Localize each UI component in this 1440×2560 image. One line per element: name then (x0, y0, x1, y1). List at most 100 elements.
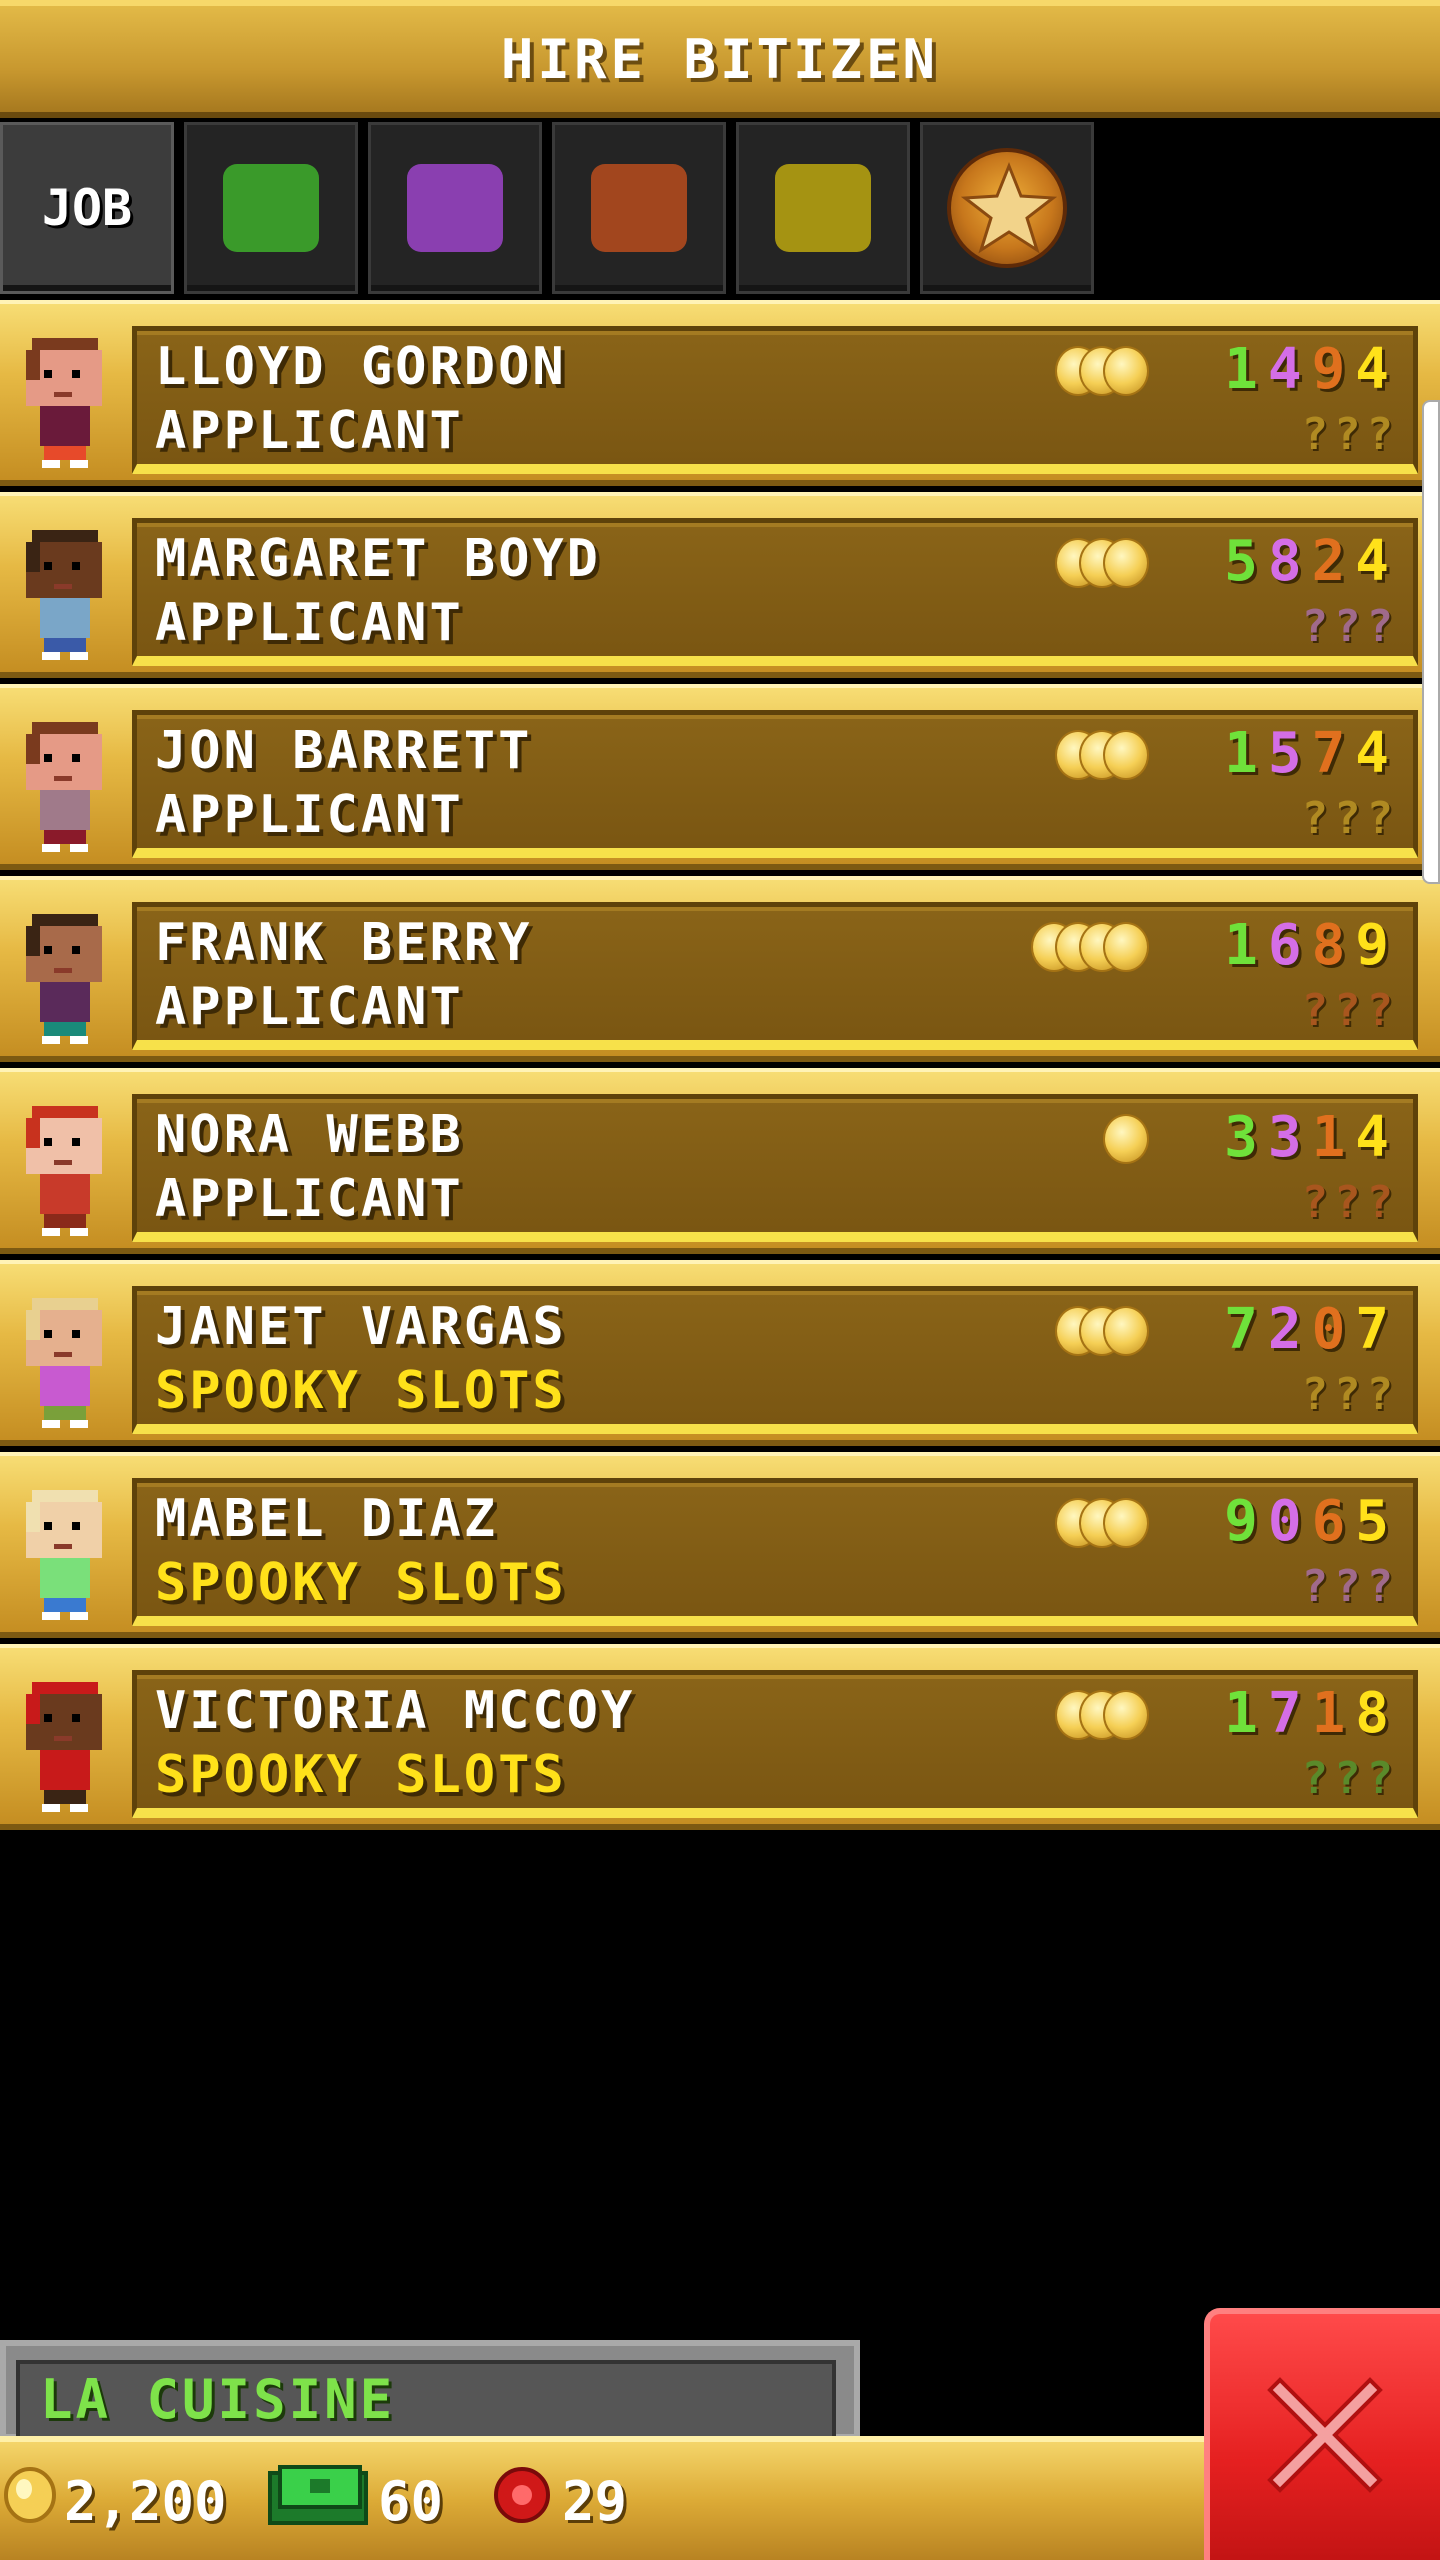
skill-stats: 5824 (1224, 529, 1399, 594)
skill-value: 8 (1355, 1681, 1399, 1746)
bitizen-row[interactable]: FRANK BERRY APPLICANT 1689??? (0, 876, 1440, 1062)
dream-job-unknown: ??? (1301, 1177, 1399, 1228)
bitizen-avatar (14, 1676, 114, 1816)
skill-stats: 3314 (1224, 1105, 1399, 1170)
tab-food[interactable] (184, 122, 358, 294)
close-button[interactable] (1204, 2308, 1440, 2560)
ticket-icon (490, 2465, 554, 2538)
category-color-icon (775, 164, 871, 252)
skill-value: 1 (1224, 1681, 1268, 1746)
tickets-value: 29 (562, 2469, 628, 2533)
skill-value: 1 (1311, 1105, 1356, 1170)
skill-value: 7 (1311, 721, 1356, 786)
skill-value: 1 (1311, 1681, 1356, 1746)
bitizen-avatar (14, 716, 114, 856)
skill-value: 3 (1267, 1105, 1312, 1170)
bitizen-row[interactable]: MARGARET BOYD APPLICANT 5824??? (0, 492, 1440, 678)
bitizen-name: JON BARRETT (155, 721, 533, 781)
bitizen-avatar (14, 1100, 114, 1240)
skill-stats: 1689 (1224, 913, 1399, 978)
bitizen-row[interactable]: JANET VARGAS SPOOKY SLOTS 7207??? (0, 1260, 1440, 1446)
tab-retail[interactable] (736, 122, 910, 294)
bitizen-info-panel: JON BARRETT APPLICANT 1574??? (132, 710, 1418, 858)
bitizen-avatar (14, 1484, 114, 1624)
skill-value: 4 (1355, 1105, 1399, 1170)
building-name: LA CUISINE (40, 2368, 396, 2431)
bitizen-info-panel: LLOYD GORDON APPLICANT 1494??? (132, 326, 1418, 474)
skill-value: 5 (1355, 1489, 1399, 1554)
category-color-icon (591, 164, 687, 252)
bitizen-row[interactable]: NORA WEBB APPLICANT 3314??? (0, 1068, 1440, 1254)
dream-job-unknown: ??? (1301, 1561, 1399, 1612)
bitizen-row[interactable]: LLOYD GORDON APPLICANT 1494??? (0, 300, 1440, 486)
coin-icon (4, 2466, 56, 2536)
bitizen-job: SPOOKY SLOTS (155, 1745, 567, 1805)
tickets-display: 29 (490, 2466, 627, 2536)
skill-value: 1 (1224, 337, 1268, 402)
skill-value: 4 (1267, 337, 1312, 402)
skill-value: 2 (1311, 529, 1356, 594)
tab-recreation[interactable] (552, 122, 726, 294)
bitizen-name: LLOYD GORDON (155, 337, 567, 397)
bitizen-job: APPLICANT (155, 401, 464, 461)
dream-job-coin-icon (1103, 1114, 1149, 1164)
scrollbar[interactable] (1422, 400, 1440, 884)
tab-service[interactable] (368, 122, 542, 294)
category-color-icon (223, 164, 319, 252)
tab-label: JOB (41, 179, 133, 237)
close-icon (1260, 2370, 1390, 2504)
bitizen-job: SPOOKY SLOTS (155, 1361, 567, 1421)
bitizen-avatar (14, 908, 114, 1048)
skill-value: 7 (1224, 1297, 1268, 1362)
skill-stats: 1718 (1224, 1681, 1399, 1746)
bitizen-info-panel: NORA WEBB APPLICANT 3314??? (132, 1094, 1418, 1242)
dream-job-unknown: ??? (1301, 1753, 1399, 1804)
bitizen-name: FRANK BERRY (155, 913, 533, 973)
bitizen-avatar (14, 332, 114, 472)
skill-stats: 7207 (1224, 1297, 1399, 1362)
skill-stats: 9065 (1224, 1489, 1399, 1554)
skill-value: 6 (1267, 913, 1312, 978)
building-panel: LA CUISINE (0, 2340, 860, 2440)
coins-display: 2,200 (4, 2466, 227, 2536)
bitizen-info-panel: JANET VARGAS SPOOKY SLOTS 7207??? (132, 1286, 1418, 1434)
bitizen-row[interactable]: MABEL DIAZ SPOOKY SLOTS 9065??? (0, 1452, 1440, 1638)
dream-job-coin-icon (1055, 1690, 1149, 1740)
skill-value: 8 (1267, 529, 1312, 594)
bitizen-row[interactable]: VICTORIA MCCOY SPOOKY SLOTS 1718??? (0, 1644, 1440, 1830)
bitizen-job: APPLICANT (155, 593, 464, 653)
bitizen-name: JANET VARGAS (155, 1297, 567, 1357)
coins-value: 2,200 (64, 2469, 227, 2533)
skill-value: 1 (1224, 721, 1268, 786)
skill-value: 4 (1355, 721, 1399, 786)
skill-value: 0 (1267, 1489, 1312, 1554)
bitizen-name: MABEL DIAZ (155, 1489, 499, 1549)
skill-value: 4 (1355, 529, 1399, 594)
dream-job-unknown: ??? (1301, 985, 1399, 1036)
bitizen-avatar (14, 1292, 114, 1432)
bitizen-job: APPLICANT (155, 785, 464, 845)
skill-value: 6 (1311, 1489, 1356, 1554)
dream-job-coin-icon (1055, 1306, 1149, 1356)
skill-value: 9 (1224, 1489, 1268, 1554)
bitizen-name: NORA WEBB (155, 1105, 464, 1165)
skill-value: 7 (1355, 1297, 1399, 1362)
bitizen-row[interactable]: JON BARRETT APPLICANT 1574??? (0, 684, 1440, 870)
skill-value: 9 (1311, 337, 1356, 402)
skill-value: 2 (1267, 1297, 1312, 1362)
skill-value: 0 (1311, 1297, 1356, 1362)
dream-job-coin-icon (1055, 538, 1149, 588)
bitizen-info-panel: FRANK BERRY APPLICANT 1689??? (132, 902, 1418, 1050)
skill-value: 4 (1355, 337, 1399, 402)
bitizen-info-panel: MABEL DIAZ SPOOKY SLOTS 9065??? (132, 1478, 1418, 1626)
bitizen-list: LLOYD GORDON APPLICANT 1494??? MARGARET BOY… (0, 300, 1440, 1836)
bux-display: 60 (266, 2464, 443, 2536)
dream-job-coin-icon (1031, 922, 1149, 972)
bitizen-job: APPLICANT (155, 977, 464, 1037)
tab-job[interactable]: JOB (0, 122, 174, 294)
tab-creative[interactable] (920, 122, 1094, 294)
skill-value: 8 (1311, 913, 1356, 978)
skill-value: 9 (1355, 913, 1399, 978)
skill-value: 5 (1267, 721, 1312, 786)
bitizen-info-panel: VICTORIA MCCOY SPOOKY SLOTS 1718??? (132, 1670, 1418, 1818)
